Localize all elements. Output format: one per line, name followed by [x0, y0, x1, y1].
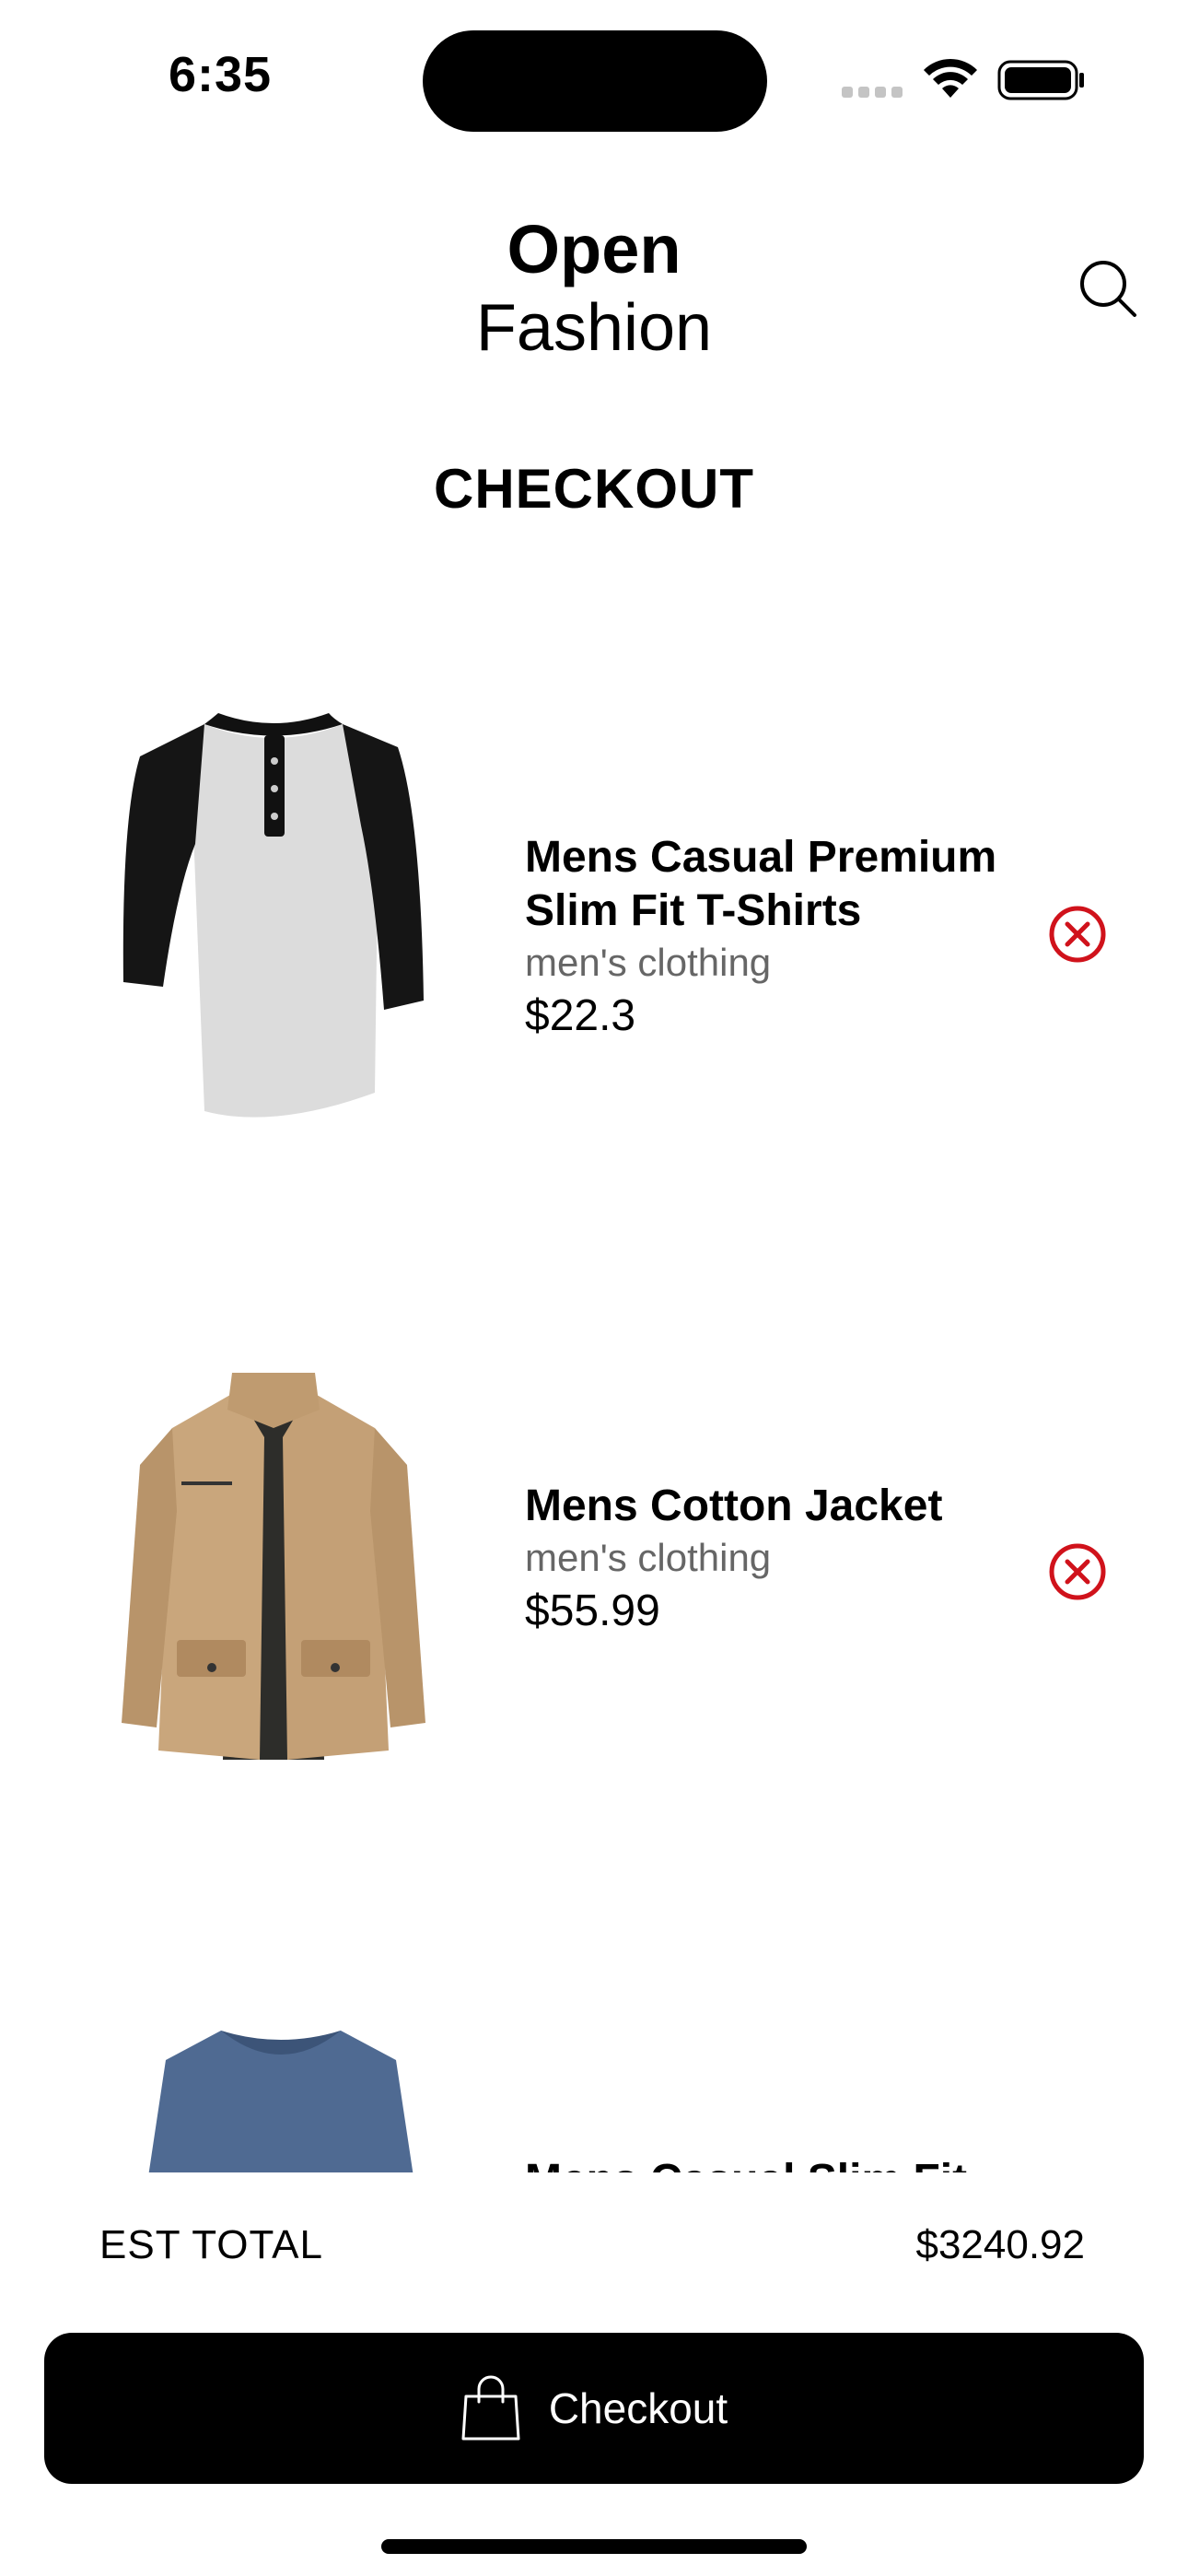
product-image-tshirt	[122, 713, 424, 1118]
search-icon[interactable]	[1077, 258, 1138, 319]
cart-item: Mens Cotton Jacket men's clothing $55.99	[0, 1373, 1188, 1852]
page-title: CHECKOUT	[434, 458, 754, 520]
item-info: Mens Casual Premium Slim Fit T-Shirts me…	[525, 831, 1022, 1043]
checkout-label: Checkout	[548, 2384, 728, 2432]
item-price: $55.99	[525, 1587, 660, 1635]
status-time: 6:35	[169, 47, 273, 102]
product-image-longsleeve	[148, 2031, 413, 2172]
est-total-label: EST TOTAL	[99, 2222, 323, 2267]
item-category: men's clothing	[525, 941, 772, 984]
wifi-icon	[924, 58, 977, 98]
shopping-bag-icon	[461, 2375, 520, 2441]
cart-item: Mens Casual Premium Slim Fit T-Shirts me…	[0, 706, 1188, 1185]
brand-title: Open	[507, 211, 681, 287]
battery-icon	[997, 60, 1084, 100]
item-price: $22.3	[525, 991, 636, 1040]
cellular-signal-icon	[842, 87, 903, 98]
product-image-jacket	[122, 1373, 425, 1760]
checkout-button[interactable]: Checkout	[44, 2333, 1144, 2484]
brand-subtitle: Fashion	[475, 291, 713, 365]
dynamic-island	[423, 30, 767, 132]
item-category: men's clothing	[525, 1536, 772, 1579]
cart-list[interactable]: Mens Casual Premium Slim Fit T-Shirts me…	[0, 590, 1188, 2172]
remove-item-button[interactable]	[1048, 1542, 1107, 1601]
item-title: Mens Casual Premium Slim Fit T-Shirts	[525, 833, 997, 935]
cart-item: Mens Casual Slim Fit	[0, 2023, 1188, 2172]
home-indicator[interactable]	[381, 2539, 807, 2554]
item-info: Mens Cotton Jacket men's clothing $55.99	[525, 1480, 1022, 1638]
item-title: Mens Cotton Jacket	[525, 1481, 943, 1530]
item-info: Mens Casual Slim Fit	[525, 2154, 1022, 2172]
remove-item-button[interactable]	[1048, 905, 1107, 964]
est-total-value: $3240.92	[915, 2222, 1085, 2267]
item-title: Mens Casual Slim Fit	[525, 2154, 1022, 2172]
